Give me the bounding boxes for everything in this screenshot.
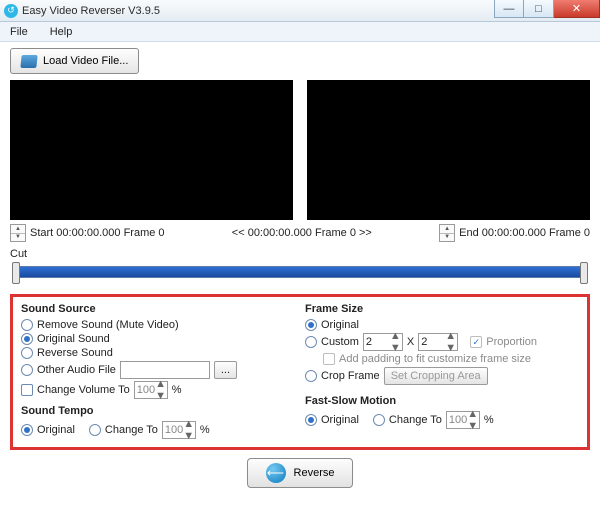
label-other-audio: Other Audio File: [37, 364, 116, 376]
browse-audio-button[interactable]: ...: [214, 361, 237, 379]
cut-handle-end[interactable]: [580, 262, 588, 284]
set-cropping-button[interactable]: Set Cropping Area: [384, 367, 488, 385]
frame-size-title: Frame Size: [305, 303, 579, 315]
window-controls: — □ ✕: [494, 0, 600, 18]
label-tempo-percent: %: [200, 424, 210, 436]
start-time-label: Start 00:00:00.000 Frame 0: [30, 227, 165, 239]
sound-tempo-title: Sound Tempo: [21, 405, 295, 417]
label-crop-frame: Crop Frame: [321, 370, 380, 382]
radio-original-sound[interactable]: [21, 333, 33, 345]
maximize-button[interactable]: □: [524, 0, 554, 18]
preview-left: [10, 80, 293, 220]
file-icon: [20, 55, 37, 68]
minimize-button[interactable]: —: [494, 0, 524, 18]
cut-label: Cut: [10, 248, 590, 260]
radio-frame-custom[interactable]: [305, 336, 317, 348]
label-x: X: [407, 336, 414, 348]
reverse-button[interactable]: ⟵ Reverse: [247, 458, 354, 488]
label-frame-original: Original: [321, 319, 359, 331]
title-bar: ↺ Easy Video Reverser V3.9.5 — □ ✕: [0, 0, 600, 22]
label-tempo-original: Original: [37, 424, 75, 436]
cut-range-slider[interactable]: [10, 262, 590, 288]
motion-title: Fast-Slow Motion: [305, 395, 579, 407]
radio-frame-original[interactable]: [305, 319, 317, 331]
label-proportion: Proportion: [486, 336, 537, 348]
menu-file[interactable]: File: [6, 25, 32, 39]
label-volume-percent: %: [172, 384, 182, 396]
label-original-sound: Original Sound: [37, 333, 110, 345]
reverse-icon: ⟵: [266, 463, 286, 483]
checkbox-padding: [323, 353, 335, 365]
label-padding: Add padding to fit customize frame size: [339, 353, 531, 365]
radio-motion-original[interactable]: [305, 414, 317, 426]
reverse-label: Reverse: [294, 467, 335, 479]
tempo-value-input[interactable]: 100▲▼: [162, 421, 196, 439]
label-tempo-change: Change To: [105, 424, 158, 436]
motion-value-input[interactable]: 100▲▼: [446, 411, 480, 429]
app-icon: ↺: [4, 4, 18, 18]
menu-bar: File Help: [0, 22, 600, 42]
radio-crop-frame[interactable]: [305, 370, 317, 382]
radio-tempo-change[interactable]: [89, 424, 101, 436]
options-panel: Sound Source Remove Sound (Mute Video) O…: [10, 294, 590, 450]
custom-height-input[interactable]: 2▲▼: [418, 333, 458, 351]
end-time-label: End 00:00:00.000 Frame 0: [459, 227, 590, 239]
radio-tempo-original[interactable]: [21, 424, 33, 436]
label-remove-sound: Remove Sound (Mute Video): [37, 319, 179, 331]
close-button[interactable]: ✕: [554, 0, 600, 18]
checkbox-proportion: [470, 336, 482, 348]
radio-other-audio[interactable]: [21, 364, 33, 376]
volume-value-input[interactable]: 100▲▼: [134, 381, 168, 399]
custom-width-input[interactable]: 2▲▼: [363, 333, 403, 351]
sound-source-title: Sound Source: [21, 303, 295, 315]
cut-track: [18, 266, 582, 278]
other-audio-path-input[interactable]: [120, 361, 210, 379]
checkbox-change-volume[interactable]: [21, 384, 33, 396]
cut-handle-start[interactable]: [12, 262, 20, 284]
end-frame-spinner[interactable]: ▲▼: [439, 224, 455, 242]
window-title: Easy Video Reverser V3.9.5: [22, 5, 160, 17]
menu-help[interactable]: Help: [46, 25, 77, 39]
current-time-label: << 00:00:00.000 Frame 0 >>: [165, 227, 440, 239]
label-reverse-sound: Reverse Sound: [37, 347, 113, 359]
label-motion-original: Original: [321, 414, 359, 426]
radio-motion-change[interactable]: [373, 414, 385, 426]
preview-right: [307, 80, 590, 220]
load-video-label: Load Video File...: [43, 55, 128, 67]
load-video-button[interactable]: Load Video File...: [10, 48, 139, 74]
radio-remove-sound[interactable]: [21, 319, 33, 331]
label-change-volume: Change Volume To: [37, 384, 130, 396]
label-frame-custom: Custom: [321, 336, 359, 348]
radio-reverse-sound[interactable]: [21, 347, 33, 359]
start-frame-spinner[interactable]: ▲▼: [10, 224, 26, 242]
label-motion-change: Change To: [389, 414, 442, 426]
label-motion-percent: %: [484, 414, 494, 426]
